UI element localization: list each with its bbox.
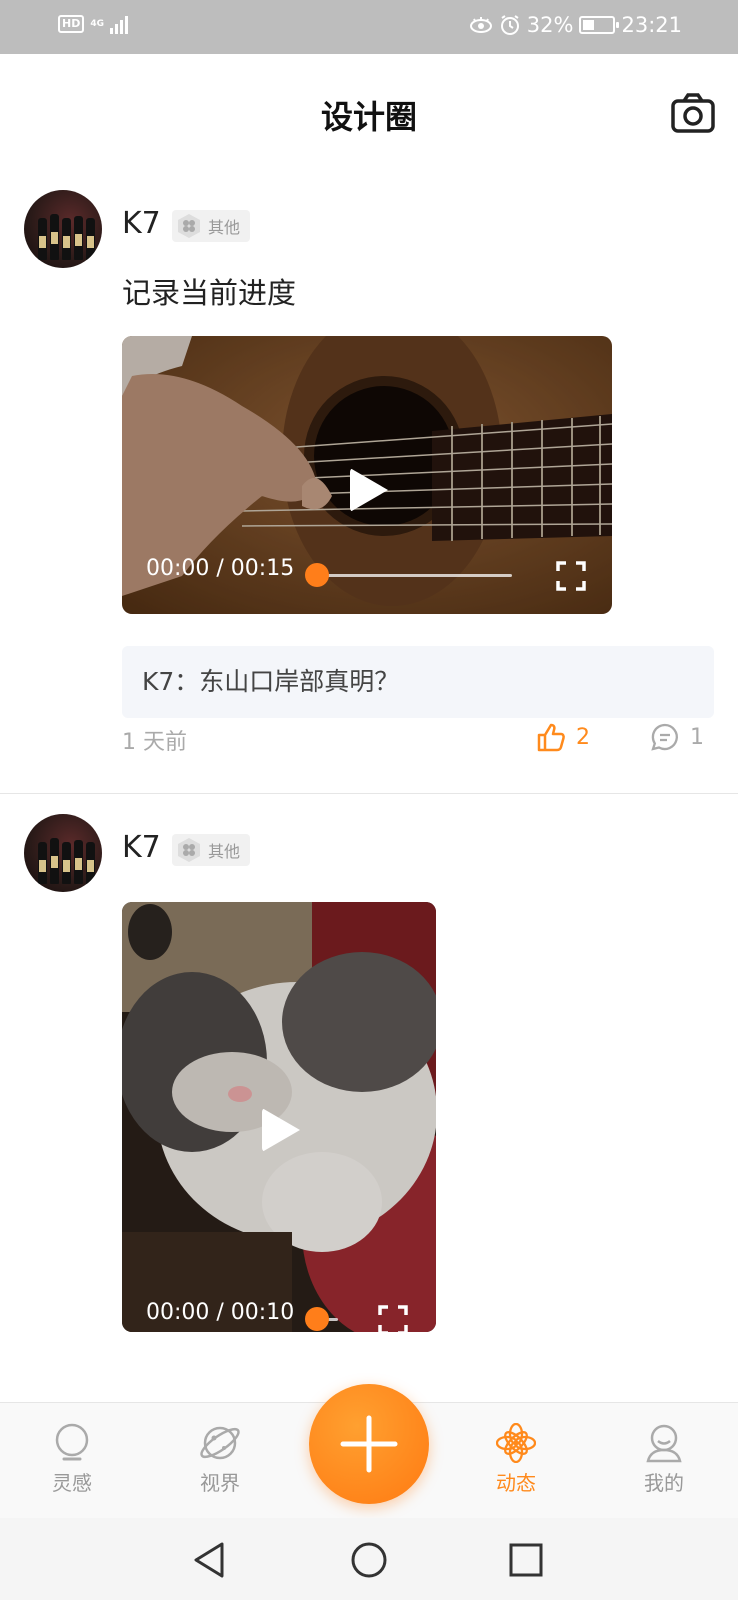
battery-percent: 32% [526,13,574,37]
battery-icon [579,16,620,34]
status-right: 32% 23:21 [469,13,682,37]
post-card: K7 其他 00:00 / 00:10 [0,794,738,1414]
tab-label: 动态 [496,1471,536,1495]
category-icon [178,838,200,862]
comment-icon [651,723,678,751]
plus-icon [340,1415,398,1473]
post-card: K7 其他 记录当前进度 00:00 / 00:15 K7：东山口岸部真明？ 1… [0,174,738,794]
like-count: 2 [576,724,590,750]
progress-knob[interactable] [305,1307,329,1331]
tab-label: 我的 [644,1471,684,1495]
video-time: 00:00 / 00:15 [146,556,295,581]
video-player[interactable]: 00:00 / 00:15 [122,336,612,614]
flower-icon [496,1423,536,1463]
comment-preview[interactable]: K7：东山口岸部真明？ [122,646,714,718]
user-icon [646,1424,682,1463]
fullscreen-icon[interactable] [378,1305,408,1332]
post-time: 1 天前 [122,730,187,755]
thumbs-up-icon [537,723,565,752]
play-icon[interactable] [262,1108,300,1152]
comment-button[interactable]: 1 [650,722,704,752]
category-icon [178,214,200,238]
recents-icon[interactable] [506,1540,546,1580]
progress-knob[interactable] [305,563,329,587]
eye-icon [469,17,492,33]
avatar[interactable] [24,190,102,268]
tab-inspiration[interactable]: 灵感 [22,1423,122,1496]
bulb-icon [55,1423,89,1461]
header: 设计圈 [0,54,738,174]
add-post-button[interactable] [309,1384,429,1504]
tab-label: 视界 [200,1471,240,1495]
status-left: HD 4G [58,14,128,34]
hd-badge: HD [58,15,85,33]
category-label: 其他 [208,218,241,237]
category-badge[interactable]: 其他 [172,210,250,242]
clock: 23:21 [621,13,682,37]
back-icon[interactable] [190,1540,230,1580]
username[interactable]: K7 [122,206,161,241]
tab-label: 灵感 [52,1471,92,1495]
category-label: 其他 [208,842,241,861]
page-title: 设计圈 [320,98,417,136]
avatar[interactable] [24,814,102,892]
tab-me[interactable]: 我的 [614,1423,714,1496]
post-text: 记录当前进度 [122,276,297,310]
feed[interactable]: K7 其他 记录当前进度 00:00 / 00:15 K7：东山口岸部真明？ 1… [0,174,738,1332]
username[interactable]: K7 [122,830,161,865]
camera-icon[interactable] [670,90,716,136]
fullscreen-icon[interactable] [556,561,586,591]
planet-icon [200,1426,240,1460]
system-nav-bar [0,1518,738,1600]
signal-icon [110,14,128,34]
network-label: 4G [90,19,104,29]
progress-track[interactable] [318,574,512,577]
video-time: 00:00 / 00:10 [146,1300,295,1325]
like-button[interactable]: 2 [536,722,590,752]
tab-vision[interactable]: 视界 [170,1423,270,1496]
status-bar: HD 4G 32% 23:21 [0,0,738,54]
category-badge[interactable]: 其他 [172,834,250,866]
video-player[interactable]: 00:00 / 00:10 [122,902,436,1332]
play-icon[interactable] [350,468,388,512]
home-icon[interactable] [349,1540,389,1580]
tab-feed[interactable]: 动态 [466,1423,566,1496]
comment-count: 1 [690,724,704,750]
alarm-icon [500,15,519,35]
